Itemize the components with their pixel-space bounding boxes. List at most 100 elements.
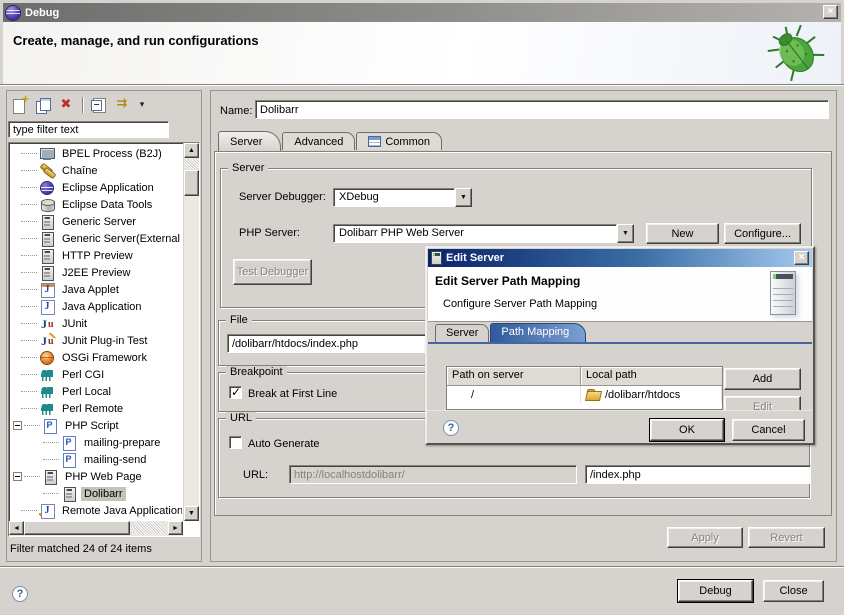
tree-item[interactable]: Remote Java Application bbox=[11, 502, 182, 519]
scroll-left-icon[interactable]: ◄ bbox=[9, 521, 24, 535]
filter-menu-arrow-icon[interactable]: ▾ bbox=[136, 96, 148, 114]
server-icon bbox=[431, 251, 442, 265]
dialog-tab-server[interactable]: Server bbox=[435, 324, 489, 342]
collapse-all-icon[interactable] bbox=[90, 96, 108, 114]
data-tools-icon bbox=[39, 197, 56, 213]
dialog-tabs: Server Path Mapping bbox=[428, 322, 812, 344]
tree-item[interactable]: HTTP Preview bbox=[11, 247, 182, 264]
tree-item-label: Perl Local bbox=[59, 385, 114, 399]
duplicate-configuration-icon[interactable] bbox=[34, 96, 52, 114]
php-server-icon bbox=[42, 469, 59, 485]
chevron-down-icon[interactable]: ▼ bbox=[617, 224, 634, 243]
tree-connector bbox=[21, 374, 37, 375]
dialog-close-button[interactable]: × bbox=[794, 251, 809, 265]
php-server-select[interactable]: Dolibarr PHP Web Server ▼ bbox=[333, 224, 634, 243]
tab-advanced[interactable]: Advanced bbox=[282, 132, 355, 150]
tree-item-label: J2EE Preview bbox=[59, 266, 133, 280]
dialog-titlebar[interactable]: Edit Server × bbox=[428, 249, 812, 267]
tree-item[interactable]: mailing-send bbox=[11, 451, 182, 468]
name-input[interactable] bbox=[255, 100, 829, 119]
debug-button[interactable]: Debug bbox=[678, 580, 753, 602]
tab-common[interactable]: Common bbox=[356, 132, 442, 150]
configuration-tree[interactable]: BPEL Process (B2J)ChaîneEclipse Applicat… bbox=[8, 142, 200, 537]
add-mapping-button[interactable]: Add bbox=[724, 368, 801, 390]
table-row[interactable]: / /dolibarr/htdocs bbox=[447, 386, 722, 403]
column-local-path[interactable]: Local path bbox=[581, 367, 722, 386]
tree-item[interactable]: OSGi Framework bbox=[11, 349, 182, 366]
auto-generate-checkbox[interactable] bbox=[229, 436, 242, 449]
new-configuration-icon[interactable] bbox=[11, 96, 29, 114]
configure-server-button[interactable]: Configure... bbox=[724, 223, 801, 244]
collapse-expander-icon[interactable] bbox=[13, 421, 22, 430]
tree-connector bbox=[43, 493, 59, 494]
server-graphic-icon bbox=[770, 271, 796, 315]
filter-configurations-icon[interactable]: ⇉ bbox=[113, 96, 131, 114]
tree-item-label: Dolibarr bbox=[81, 487, 126, 501]
break-first-line-checkbox[interactable] bbox=[229, 386, 242, 399]
scroll-down-icon[interactable]: ▼ bbox=[184, 506, 199, 521]
tree-item[interactable]: BPEL Process (B2J) bbox=[11, 145, 182, 162]
tree-connector bbox=[24, 476, 40, 477]
php-server-icon bbox=[61, 486, 78, 502]
tree-item[interactable]: Eclipse Data Tools bbox=[11, 196, 182, 213]
url-base-input[interactable] bbox=[289, 465, 577, 484]
test-debugger-button[interactable]: Test Debugger bbox=[233, 259, 312, 285]
tree-item[interactable]: Java Applet bbox=[11, 281, 182, 298]
tree-item[interactable]: Perl Local bbox=[11, 383, 182, 400]
tree-connector bbox=[21, 221, 37, 222]
tree-item[interactable]: JUnit bbox=[11, 315, 182, 332]
scroll-up-icon[interactable]: ▲ bbox=[184, 143, 199, 158]
tab-server[interactable]: Server bbox=[218, 131, 281, 151]
tree-item[interactable]: Eclipse Application bbox=[11, 179, 182, 196]
tree-item-label: HTTP Preview bbox=[59, 249, 136, 263]
apply-button[interactable]: Apply bbox=[667, 527, 743, 548]
scrollbar-page-region[interactable] bbox=[185, 159, 198, 170]
filter-input[interactable] bbox=[8, 121, 169, 138]
horizontal-scroll-thumb[interactable] bbox=[24, 521, 130, 535]
ok-button[interactable]: OK bbox=[650, 419, 724, 441]
tree-item[interactable]: Generic Server(External La bbox=[11, 230, 182, 247]
cancel-button[interactable]: Cancel bbox=[732, 419, 805, 441]
column-path-on-server[interactable]: Path on server bbox=[447, 367, 581, 386]
tree-horizontal-scrollbar[interactable]: ◄ ► bbox=[9, 521, 183, 536]
server-path-cell: / bbox=[447, 386, 581, 403]
tree-item[interactable]: JUnit Plug-in Test bbox=[11, 332, 182, 349]
tree-item[interactable]: Perl CGI bbox=[11, 366, 182, 383]
java-application-icon bbox=[39, 299, 56, 315]
scrollbar-page-region[interactable] bbox=[130, 522, 166, 534]
window-close-button[interactable]: × bbox=[823, 5, 838, 19]
tree-item[interactable]: mailing-prepare bbox=[11, 434, 182, 451]
delete-configuration-icon[interactable]: ✖ bbox=[57, 96, 75, 114]
tree-connector bbox=[21, 204, 37, 205]
new-server-button[interactable]: New bbox=[646, 223, 719, 244]
help-icon[interactable]: ? bbox=[12, 586, 28, 602]
local-path-value: /dolibarr/htdocs bbox=[605, 389, 680, 401]
scroll-right-icon[interactable]: ► bbox=[168, 521, 183, 535]
junit-plugin-icon bbox=[39, 333, 56, 349]
chevron-down-icon[interactable]: ▼ bbox=[455, 188, 472, 207]
dialog-help-icon[interactable]: ? bbox=[443, 420, 459, 436]
dialog-tab-path-mapping[interactable]: Path Mapping bbox=[490, 323, 586, 342]
revert-button[interactable]: Revert bbox=[748, 527, 825, 548]
generic-server-icon bbox=[39, 265, 56, 281]
server-debugger-select[interactable]: XDebug ▼ bbox=[333, 188, 472, 207]
tree-item[interactable]: PHP Script bbox=[11, 417, 182, 434]
tree-item[interactable]: Chaîne bbox=[11, 162, 182, 179]
eclipse-logo-icon bbox=[6, 6, 20, 20]
osgi-icon bbox=[39, 350, 56, 366]
tree-vertical-scrollbar[interactable]: ▲ ▼ bbox=[183, 143, 199, 521]
path-mapping-table[interactable]: Path on server Local path / /dolibarr/htd… bbox=[446, 366, 723, 410]
tree-item-label: BPEL Process (B2J) bbox=[59, 147, 165, 161]
tree-item[interactable]: Perl Remote bbox=[11, 400, 182, 417]
tree-item-label: Generic Server bbox=[59, 215, 139, 229]
url-path-input[interactable] bbox=[585, 465, 811, 484]
tree-item[interactable]: J2EE Preview bbox=[11, 264, 182, 281]
vertical-scroll-thumb[interactable] bbox=[184, 170, 199, 196]
tree-item[interactable]: Dolibarr bbox=[11, 485, 182, 502]
tree-item[interactable]: PHP Web Page bbox=[11, 468, 182, 485]
close-button[interactable]: Close bbox=[763, 580, 824, 602]
tree-item[interactable]: Generic Server bbox=[11, 213, 182, 230]
tree-item[interactable]: Java Application bbox=[11, 298, 182, 315]
window-titlebar[interactable]: Debug × bbox=[3, 3, 841, 22]
collapse-expander-icon[interactable] bbox=[13, 472, 22, 481]
